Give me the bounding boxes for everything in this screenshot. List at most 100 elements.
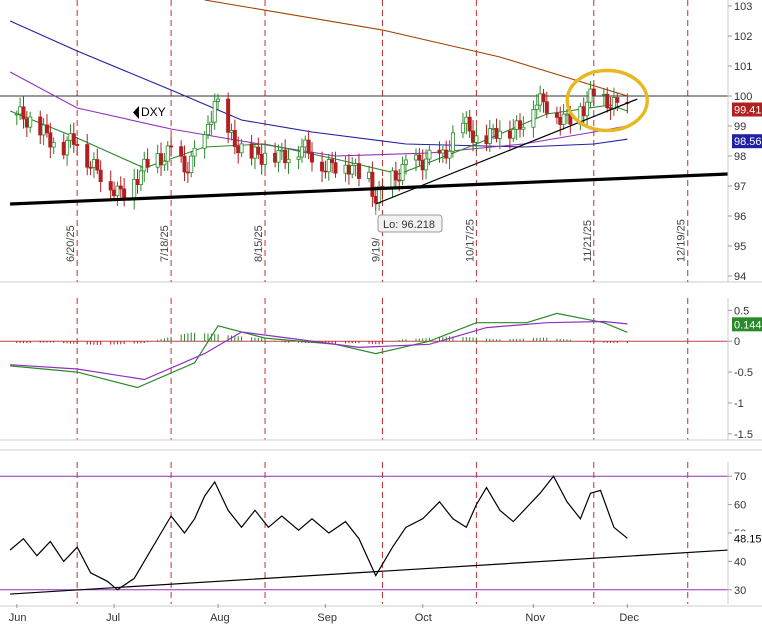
low-label: Lo: 96.218 (383, 219, 435, 231)
candle-body (484, 135, 489, 144)
candle-body (320, 161, 325, 172)
x-tick-label: Sep (317, 612, 337, 624)
candle-body (558, 116, 563, 125)
candle-body (88, 166, 93, 169)
candle-body (413, 154, 418, 161)
candle-body (205, 124, 210, 136)
rsi-tick-label: 60 (734, 500, 746, 512)
candle-body (61, 141, 66, 156)
candle-body (115, 185, 120, 197)
last-price-badge: 99.41 (734, 105, 762, 117)
candle-body (65, 140, 70, 156)
candle-body (333, 162, 338, 174)
candle-body (85, 144, 90, 168)
candle-body (427, 149, 432, 160)
price-tick-label: 100 (734, 91, 752, 103)
candle-body (541, 93, 546, 103)
candle-body (95, 159, 100, 171)
rsi-last-badge: 48.15 (734, 533, 762, 545)
candle-body (182, 155, 187, 173)
candle-body (296, 156, 301, 160)
x-tick-label: Nov (525, 612, 545, 624)
candle-body (487, 128, 492, 144)
rsi-tick-label: 40 (734, 556, 746, 568)
candle-body (437, 149, 442, 154)
price-tick-label: 95 (734, 241, 746, 253)
candle-body (112, 189, 117, 197)
candle-body (232, 130, 237, 147)
candle-body (417, 154, 422, 161)
price-tick-label: 96 (734, 211, 746, 223)
x-axis: Jun Jul Aug Sep Oct Nov Dec (0, 604, 762, 624)
candle-body (18, 106, 23, 115)
date-marker-label: 12/19/25 (676, 219, 688, 262)
candle-body (393, 170, 398, 181)
candle-body (216, 98, 221, 102)
candle-body (273, 152, 278, 163)
candle-body (471, 130, 476, 143)
date-marker-label: 6/20/25 (65, 225, 77, 262)
candle-body (326, 159, 331, 173)
candle-body (450, 132, 455, 152)
price-tick-label: 102 (734, 31, 752, 43)
symbol-label: DXY (141, 105, 166, 119)
candle-body (494, 128, 499, 139)
macd-tick-label: -1.5 (734, 429, 753, 441)
candle-body (48, 132, 53, 148)
candle-body (165, 145, 170, 162)
macd-line (10, 312, 628, 389)
candle-body (14, 113, 19, 116)
x-tick-label: Dec (619, 612, 639, 624)
candle-body (169, 145, 174, 148)
candle-body (544, 101, 549, 114)
candle-body (390, 170, 395, 190)
candle-body (135, 179, 140, 185)
candle-body (44, 124, 49, 134)
rsi-trendline[interactable] (10, 549, 729, 595)
candle-body (511, 128, 516, 139)
candle-body (142, 158, 147, 172)
candle-body (108, 181, 113, 191)
macd-panel: 0.5 0 -0.5 -1 -1.5 0.144 (0, 298, 762, 441)
candle-body (299, 146, 304, 158)
macd-tick-label: -0.5 (734, 367, 753, 379)
candle-body (202, 134, 207, 149)
chart-canvas: 6/20/25 7/18/25 8/15/25 9/19/10/17/25 11/21/… (0, 0, 762, 624)
rsi-tick-label: 70 (734, 471, 746, 483)
date-marker-label: 9/19/ (370, 237, 382, 262)
candle-body (440, 149, 445, 154)
candle-body (615, 97, 620, 103)
candle-body (403, 159, 408, 165)
candle-body (353, 163, 358, 166)
candle-body (460, 122, 465, 134)
candle-body (263, 152, 268, 165)
candle-body (252, 146, 257, 159)
candle-body (561, 113, 566, 125)
price-tick-label: 98 (734, 151, 746, 163)
candle-body (91, 159, 96, 168)
date-marker-label: 7/18/25 (159, 225, 171, 262)
macd-tick-label: -1 (734, 398, 744, 410)
rsi-line (9, 475, 628, 591)
macd-line (10, 320, 628, 381)
candle-body (185, 171, 190, 174)
price-tick-label: 99 (734, 121, 746, 133)
candle-body (229, 130, 234, 133)
candle-body (189, 155, 194, 173)
macd-tick-label: 0 (734, 336, 740, 348)
candle-body (554, 112, 559, 118)
candle-body (585, 101, 590, 117)
candle-body (588, 88, 593, 103)
candle-body (209, 121, 214, 125)
candle-body (179, 146, 184, 157)
candle-body (239, 143, 244, 154)
last-ma-badge: 98.56 (734, 136, 762, 148)
x-tick-label: Jul (106, 612, 120, 624)
candle-body (591, 88, 596, 96)
candle-body (71, 133, 76, 145)
candle-body (330, 159, 335, 164)
candle-body (226, 98, 231, 133)
candle-body (155, 153, 160, 168)
date-marker-label: 10/17/25 (464, 219, 476, 262)
candle-body (24, 118, 29, 128)
